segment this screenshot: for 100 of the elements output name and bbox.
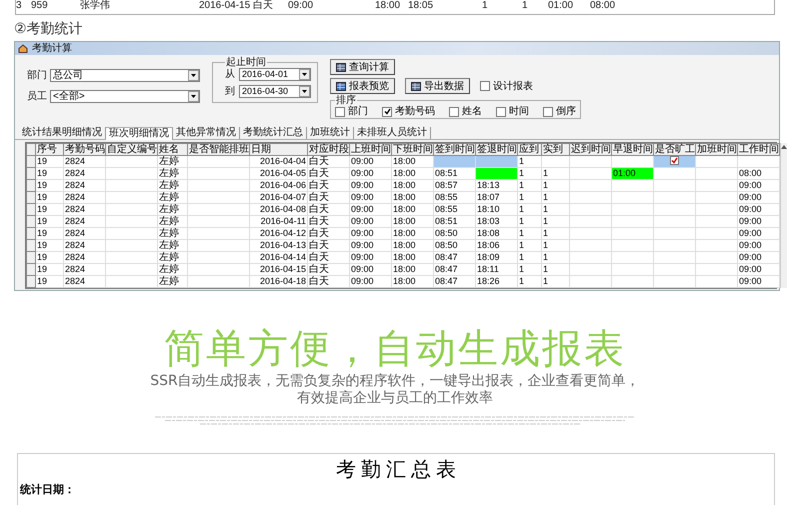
table-cell xyxy=(106,204,158,216)
table-cell xyxy=(188,228,250,240)
table-cell-text: 1 xyxy=(482,0,489,13)
column-header[interactable]: 序号 xyxy=(36,144,64,156)
headline: 简单方便，自动生成报表 xyxy=(164,325,626,373)
checkbox-label[interactable]: 倒序 xyxy=(543,106,576,117)
group-title: 排序 xyxy=(335,95,356,106)
tab[interactable]: 考勤统计汇总 xyxy=(240,127,307,139)
column-header[interactable]: 考勤号码 xyxy=(64,144,106,156)
dropdown-field[interactable]: <全部> xyxy=(50,90,200,103)
date-field[interactable]: 2016-04-01 xyxy=(239,68,311,81)
table-cell xyxy=(106,252,158,264)
column-header[interactable]: 姓名 xyxy=(158,144,188,156)
table-cell xyxy=(106,180,158,192)
table-cell-text: 1 xyxy=(522,0,529,13)
column-header[interactable]: 加班时间 xyxy=(696,144,738,156)
table-cell-text: 张学伟 xyxy=(80,0,111,13)
field-label: 从 xyxy=(225,68,235,80)
report-date-label: 统计日期： xyxy=(18,483,75,497)
column-header[interactable]: 签退时间 xyxy=(476,144,518,156)
table-cell xyxy=(188,264,250,276)
table-cell: 2016-04-04 xyxy=(250,156,308,168)
table-icon xyxy=(411,82,421,90)
table-cell: 2016-04-06 xyxy=(250,180,308,192)
tab[interactable]: 加班统计 xyxy=(307,127,354,139)
checkbox-label[interactable]: 设计报表 xyxy=(480,80,533,92)
table-cell xyxy=(188,180,250,192)
column-header[interactable]: 应到 xyxy=(518,144,542,156)
table-cell: 2016-04-13 xyxy=(250,240,308,252)
dropdown-field[interactable]: 总公司 xyxy=(50,69,200,82)
checkbox-label[interactable]: 时间 xyxy=(496,106,529,117)
checkbox[interactable] xyxy=(382,106,392,116)
table-cell xyxy=(188,240,250,252)
table-cell xyxy=(106,168,158,180)
column-header[interactable]: 自定义编号 xyxy=(106,144,158,156)
checkbox[interactable] xyxy=(449,106,459,116)
scrollbar[interactable] xyxy=(780,143,787,288)
checkbox-label[interactable]: 姓名 xyxy=(449,106,482,117)
checkbox[interactable] xyxy=(335,106,345,116)
house-icon xyxy=(18,44,28,53)
column-header[interactable]: 是否旷工 xyxy=(654,144,696,156)
checkbox[interactable] xyxy=(480,81,490,91)
date-field[interactable]: 2016-04-30 xyxy=(239,85,311,98)
table-cell xyxy=(106,192,158,204)
table-cell-text: 3 xyxy=(16,0,23,13)
table-cell: 2016-04-18 xyxy=(250,276,308,288)
table-cell-text: 09:00 xyxy=(288,0,314,13)
table-cell xyxy=(188,192,250,204)
window-title: 考勤计算 xyxy=(32,42,72,54)
checkbox-label[interactable]: 部门 xyxy=(335,106,368,117)
checkbox[interactable] xyxy=(543,106,553,116)
field-label: 员工 xyxy=(27,90,47,102)
field-label: 到 xyxy=(225,86,235,98)
table-cell xyxy=(188,204,250,216)
column-header[interactable]: 上班时间 xyxy=(350,144,392,156)
table-cell: 2016-04-05 xyxy=(250,168,308,180)
table-cell xyxy=(188,216,250,228)
checkbox[interactable] xyxy=(670,156,679,165)
description-line: SSR自动生成报表，无需负复杂的程序软件，一键导出报表，企业查看更简单， xyxy=(150,373,640,390)
column-header[interactable]: 对应时段 xyxy=(308,144,350,156)
table-cell: 2016-04-07 xyxy=(250,192,308,204)
export-button[interactable]: 导出数据 xyxy=(405,78,470,94)
column-header[interactable]: 迟到时间 xyxy=(570,144,612,156)
table-cell-text: 2016-04-15 白天 xyxy=(199,0,274,13)
checkbox[interactable] xyxy=(496,106,506,116)
table-cell xyxy=(106,264,158,276)
column-header[interactable]: 实到 xyxy=(542,144,570,156)
table-cell-text: 01:00 xyxy=(548,0,574,13)
column-header[interactable]: 签到时间 xyxy=(434,144,476,156)
table-cell-text: 08:00 xyxy=(590,0,616,13)
column-header[interactable]: 下班时间 xyxy=(392,144,434,156)
column-header[interactable]: 早退时间 xyxy=(612,144,654,156)
tab[interactable]: 其他异常情况 xyxy=(173,127,240,139)
table-cell-text: 959 xyxy=(31,0,49,13)
table-cell-text: 18:05 xyxy=(408,0,434,13)
checkbox-label[interactable]: 考勤号码 xyxy=(382,106,435,117)
section-title: ②考勤统计 xyxy=(14,20,84,39)
table-cell xyxy=(106,216,158,228)
table-cell xyxy=(106,156,158,168)
table-cell xyxy=(106,240,158,252)
tab[interactable]: 班次明细情况 xyxy=(106,127,173,140)
scroll-up-icon[interactable] xyxy=(781,145,787,149)
query-button[interactable]: 查询计算 xyxy=(330,59,395,75)
table-icon xyxy=(336,62,346,72)
table-cell xyxy=(188,252,250,264)
column-header[interactable]: 日期 xyxy=(250,144,308,156)
column-header[interactable]: 是否智能排班 xyxy=(188,144,250,156)
preview-button[interactable]: 报表预览 xyxy=(330,78,395,94)
monitor-icon xyxy=(336,82,346,90)
table-cell: 2016-04-11 xyxy=(250,216,308,228)
description-line: 有效提高企业与员工的工作效率 xyxy=(297,390,493,407)
table-cell: 2016-04-08 xyxy=(250,204,308,216)
tab[interactable]: 未排班人员统计 xyxy=(354,127,431,139)
table-cell xyxy=(188,168,250,180)
table-cell xyxy=(106,228,158,240)
column-header[interactable]: 工作时间 xyxy=(738,144,780,156)
table-cell: 2016-04-12 xyxy=(250,228,308,240)
table-cell-text: 18:00 xyxy=(375,0,402,13)
table-cell: 2016-04-14 xyxy=(250,252,308,264)
report-title: 考 勤 汇 总 表 xyxy=(335,458,457,483)
